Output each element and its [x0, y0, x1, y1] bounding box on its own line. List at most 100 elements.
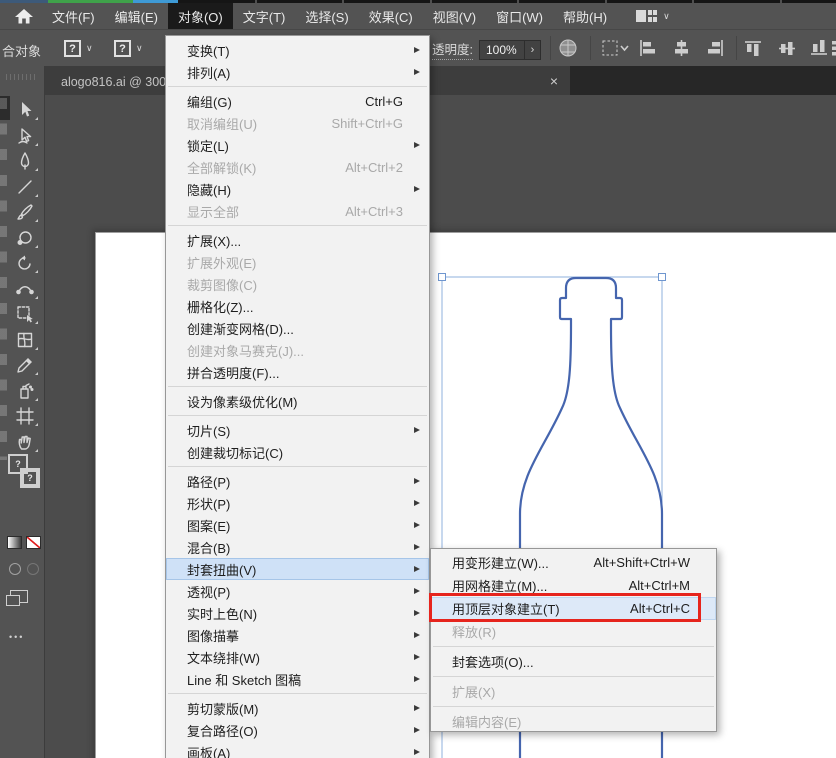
align-to-selection-icon[interactable] — [600, 38, 630, 58]
align-right-icon[interactable] — [706, 39, 725, 57]
menu-item-arrange[interactable]: 排列(A) ▶ — [166, 61, 429, 83]
menu-item-lock[interactable]: 锁定(L) ▶ — [166, 134, 429, 156]
menu-item-trim-marks[interactable]: 创建裁切标记(C) — [166, 441, 429, 463]
menu-separator — [433, 646, 714, 647]
menu-item-artboards[interactable]: 画板(A) ▶ — [166, 741, 429, 758]
menubar-item-file[interactable]: 文件(F) — [42, 3, 105, 30]
selection-handle-top-right[interactable] — [658, 273, 666, 281]
hand-tool[interactable] — [8, 430, 42, 454]
line-segment-tool[interactable] — [8, 175, 42, 199]
menu-item-expand[interactable]: 扩展(X)... — [166, 229, 429, 251]
menu-item-ungroup: 取消编组(U) Shift+Ctrl+G — [187, 115, 403, 132]
opacity-label[interactable]: 透明度: — [432, 39, 473, 60]
hand-tool-icon — [18, 435, 31, 450]
align-top-icon[interactable] — [744, 39, 763, 57]
rotate-tool-icon — [18, 255, 31, 270]
edit-toolbar-ellipsis[interactable]: ••• — [9, 632, 24, 642]
chevron-down-icon[interactable]: ∨ — [86, 44, 93, 53]
menu-item-live-paint[interactable]: 实时上色(N) ▶ — [166, 602, 429, 624]
menu-item-path[interactable]: 路径(P) ▶ — [166, 470, 429, 492]
menu-item-rasterize[interactable]: 栅格化(Z)... — [166, 295, 429, 317]
width-tool[interactable] — [8, 277, 42, 301]
symbol-sprayer-tool[interactable] — [8, 379, 42, 403]
menubar-item-select[interactable]: 选择(S) — [295, 3, 358, 30]
align-center-vertical-icon[interactable] — [778, 39, 797, 57]
distribute-icon[interactable] — [830, 39, 836, 57]
color-wheel-icon[interactable] — [558, 38, 578, 58]
submenu-item-envelope-options[interactable]: 封套选项(O)... — [431, 650, 716, 673]
submenu-item-make-with-top-object[interactable]: 用顶层对象建立(T) Alt+Ctrl+C — [431, 597, 716, 620]
submenu-item-make-with-mesh[interactable]: 用网格建立(M)... Alt+Ctrl+M — [431, 574, 716, 597]
selection-tool[interactable] — [8, 98, 42, 122]
menubar-item-object[interactable]: 对象(O) — [167, 2, 233, 30]
menubar-item-edit[interactable]: 编辑(E) — [105, 3, 168, 30]
menu-item-pattern[interactable]: 图案(E) ▶ — [166, 514, 429, 536]
menu-item-hide[interactable]: 隐藏(H) ▶ — [166, 178, 429, 200]
opacity-value[interactable]: 100% — [480, 43, 524, 57]
stroke-color-control[interactable]: ? ∨ — [114, 40, 143, 57]
align-left-icon[interactable] — [638, 39, 657, 57]
menu-item-gradient-mesh[interactable]: 创建渐变网格(D)... — [166, 317, 429, 339]
screen-mode-button[interactable] — [6, 590, 28, 606]
chevron-right-icon[interactable]: › — [523, 40, 540, 59]
submenu-item-make-with-warp[interactable]: 用变形建立(W)... Alt+Shift+Ctrl+W — [431, 551, 716, 574]
gradient-swatch[interactable] — [7, 536, 22, 549]
align-bottom-icon[interactable] — [810, 39, 829, 57]
chevron-down-icon[interactable]: ∨ — [136, 44, 143, 53]
selection-handle-top-left[interactable] — [438, 273, 446, 281]
free-transform-tool-icon — [17, 306, 33, 323]
submenu-arrow-icon: ▶ — [414, 66, 420, 76]
home-button[interactable] — [14, 7, 34, 25]
direct-selection-tool[interactable] — [8, 124, 42, 148]
menu-item-slice[interactable]: 切片(S) ▶ — [166, 419, 429, 441]
mesh-tool[interactable] — [8, 328, 42, 352]
align-center-horizontal-icon[interactable] — [672, 39, 691, 57]
gradient-button[interactable] — [27, 563, 39, 575]
menu-separator — [168, 415, 427, 416]
menu-separator — [433, 706, 714, 707]
workspace-switcher[interactable]: ∨ — [635, 8, 670, 24]
none-swatch[interactable] — [26, 536, 41, 549]
menubar-item-window[interactable]: 窗口(W) — [486, 3, 553, 30]
symbol-sprayer-tool-icon — [20, 383, 34, 399]
panel-grip[interactable] — [6, 74, 38, 80]
menu-item-shape[interactable]: 形状(P) ▶ — [166, 492, 429, 514]
color-button[interactable] — [9, 563, 21, 575]
menu-item-clipping-mask[interactable]: 剪切蒙版(M) ▶ — [166, 697, 429, 719]
menubar-item-help[interactable]: 帮助(H) — [553, 3, 617, 30]
eyedropper-tool-icon — [17, 358, 32, 373]
menu-separator — [168, 225, 427, 226]
menu-item-blend[interactable]: 混合(B) ▶ — [166, 536, 429, 558]
menu-item-group[interactable]: 编组(G) Ctrl+G — [166, 90, 429, 112]
menu-item-flatten-transparency[interactable]: 拼合透明度(F)... — [166, 361, 429, 383]
menu-item-image-trace[interactable]: 图像描摹 ▶ — [166, 624, 429, 646]
menu-item-transform[interactable]: 变换(T) ▶ — [166, 39, 429, 61]
submenu-arrow-icon: ▶ — [414, 44, 420, 54]
opacity-control: 透明度: 100% › — [432, 39, 541, 60]
artboard-tool[interactable] — [8, 404, 42, 428]
menu-item-pixel-perfect[interactable]: 设为像素级优化(M) — [166, 390, 429, 412]
menubar-item-type[interactable]: 文字(T) — [233, 3, 296, 30]
opacity-input[interactable]: 100% › — [478, 39, 541, 60]
menu-item-text-wrap[interactable]: 文本绕排(W) ▶ — [166, 646, 429, 668]
menu-item-compound-path[interactable]: 复合路径(O) ▶ — [166, 719, 429, 741]
stroke-swatch-unknown[interactable]: ? — [114, 40, 131, 57]
menubar-item-effect[interactable]: 效果(C) — [359, 3, 423, 30]
submenu-arrow-icon: ▶ — [414, 519, 420, 529]
menu-item-envelope-distort[interactable]: 封套扭曲(V) ▶ — [166, 558, 429, 580]
menu-item-line-sketch-art[interactable]: Line 和 Sketch 图稿 ▶ — [166, 668, 429, 690]
fill-color-control[interactable]: ? ∨ — [64, 40, 93, 57]
menu-item-perspective[interactable]: 透视(P) ▶ — [166, 580, 429, 602]
free-transform-tool[interactable] — [8, 302, 42, 326]
shaper-tool[interactable] — [8, 226, 42, 250]
stroke-color-proxy[interactable]: ? — [20, 468, 40, 488]
rotate-tool[interactable] — [8, 251, 42, 275]
paintbrush-tool[interactable] — [8, 200, 42, 224]
fill-swatch-unknown[interactable]: ? — [64, 40, 81, 57]
artboard-tool-icon — [16, 407, 34, 425]
close-icon[interactable]: × — [550, 73, 558, 89]
pen-tool[interactable] — [8, 149, 42, 173]
menubar-item-view[interactable]: 视图(V) — [423, 3, 486, 30]
eyedropper-tool[interactable] — [8, 353, 42, 377]
document-tab-bar: alogo816.ai @ 300% (CMYK/GPU 预览) × — [45, 66, 836, 95]
